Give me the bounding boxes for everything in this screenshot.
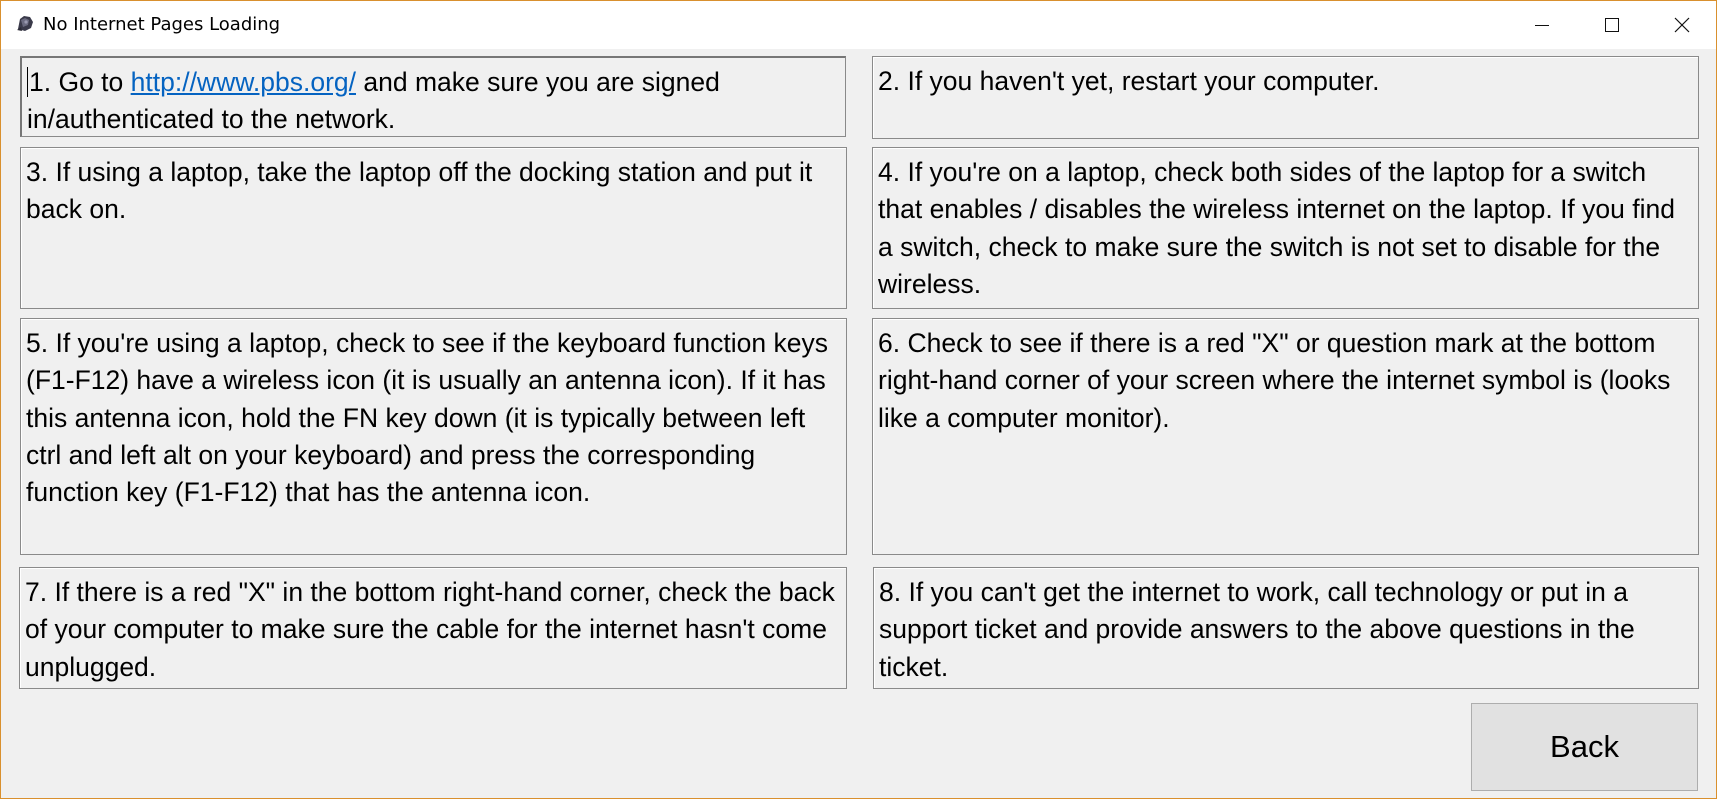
step-2-box[interactable]: 2. If you haven't yet, restart your comp… bbox=[872, 56, 1699, 139]
window-title: No Internet Pages Loading bbox=[43, 14, 281, 35]
step-7-text: 7. If there is a red "X" in the bottom r… bbox=[25, 577, 835, 682]
step-6-box[interactable]: 6. Check to see if there is a red "X" or… bbox=[872, 318, 1699, 555]
maximize-icon bbox=[1605, 18, 1619, 32]
minimize-icon bbox=[1535, 25, 1549, 26]
step-8-box[interactable]: 8. If you can't get the internet to work… bbox=[873, 567, 1699, 689]
step-1-box[interactable]: 1. Go to http://www.pbs.org/ and make su… bbox=[20, 56, 846, 137]
step-5-text: 5. If you're using a laptop, check to se… bbox=[26, 328, 829, 508]
step-6-text: 6. Check to see if there is a red "X" or… bbox=[878, 328, 1671, 433]
step-4-box[interactable]: 4. If you're on a laptop, check both sid… bbox=[872, 147, 1699, 309]
step-1-text: 1. Go to bbox=[29, 67, 131, 97]
step-7-box[interactable]: 7. If there is a red "X" in the bottom r… bbox=[19, 567, 847, 689]
step-3-text: 3. If using a laptop, take the laptop of… bbox=[26, 157, 813, 225]
text-caret bbox=[27, 67, 28, 97]
app-window: No Internet Pages Loading 1. Go to http:… bbox=[0, 0, 1717, 799]
step-8-text: 8. If you can't get the internet to work… bbox=[879, 577, 1635, 682]
app-icon bbox=[15, 13, 35, 33]
close-button[interactable] bbox=[1647, 1, 1717, 49]
step-5-box[interactable]: 5. If you're using a laptop, check to se… bbox=[20, 318, 847, 555]
pbs-link[interactable]: http://www.pbs.org/ bbox=[131, 67, 356, 97]
step-2-text: 2. If you haven't yet, restart your comp… bbox=[878, 66, 1380, 96]
back-button[interactable]: Back bbox=[1471, 703, 1698, 791]
step-4-text: 4. If you're on a laptop, check both sid… bbox=[878, 157, 1675, 299]
maximize-button[interactable] bbox=[1577, 1, 1647, 49]
close-icon bbox=[1674, 17, 1690, 33]
minimize-button[interactable] bbox=[1507, 1, 1577, 49]
step-3-box[interactable]: 3. If using a laptop, take the laptop of… bbox=[20, 147, 847, 309]
title-bar[interactable]: No Internet Pages Loading bbox=[1, 1, 1716, 49]
